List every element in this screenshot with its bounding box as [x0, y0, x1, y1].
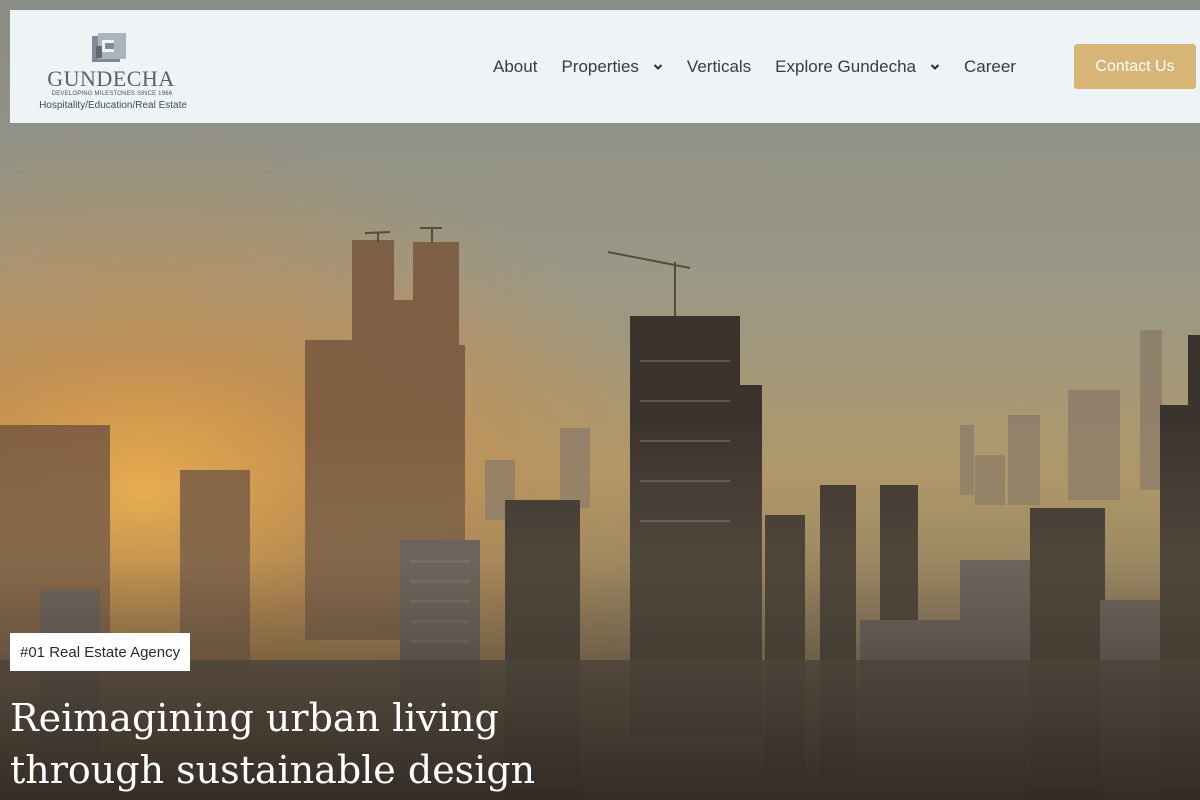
- nav-item-explore-gundecha[interactable]: Explore Gundecha: [775, 57, 940, 77]
- hero-badge: #01 Real Estate Agency: [10, 633, 191, 671]
- nav-item-label: About: [493, 56, 538, 76]
- contact-us-button[interactable]: Contact Us: [1074, 44, 1196, 89]
- main-nav: About Properties Verticals Explore Gunde…: [493, 10, 1040, 123]
- gundecha-logo-icon: [92, 33, 126, 62]
- chevron-down-icon: [930, 63, 940, 70]
- nav-item-label: Properties: [561, 56, 639, 76]
- site-header: GUNDECHA DEVELOPING MILESTONES SINCE 196…: [10, 10, 1200, 123]
- hero-headline-line-2: through sustainable design: [10, 748, 536, 792]
- nav-item-label: Career: [964, 56, 1016, 76]
- hero-headline: Reimagining urban living through sustain…: [10, 692, 630, 796]
- nav-item-properties[interactable]: Properties: [561, 56, 663, 77]
- nav-item-about[interactable]: About: [493, 57, 537, 77]
- brand-name: GUNDECHA: [47, 66, 175, 91]
- chevron-down-icon: [653, 63, 663, 70]
- nav-item-label: Verticals: [686, 56, 752, 76]
- hero-headline-line-1: Reimagining urban living: [10, 696, 499, 740]
- brand-logo[interactable]: GUNDECHA DEVELOPING MILESTONES SINCE 196…: [32, 30, 192, 120]
- nav-item-verticals[interactable]: Verticals: [687, 57, 751, 77]
- nav-item-label: Explore Gundecha: [775, 56, 916, 76]
- nav-item-career[interactable]: Career: [964, 57, 1016, 77]
- brand-verticals: Hospitality/Education/Real Estate: [39, 100, 187, 111]
- brand-tagline: DEVELOPING MILESTONES SINCE 1966: [51, 91, 173, 97]
